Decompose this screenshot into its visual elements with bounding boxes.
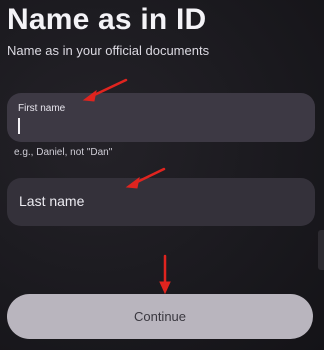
- screen: Name as in ID Name as in your official d…: [0, 0, 324, 350]
- last-name-field[interactable]: Last name: [7, 178, 315, 226]
- text-cursor: [18, 118, 20, 134]
- page-title: Name as in ID: [7, 3, 207, 36]
- arrow-head-continue: [159, 281, 171, 295]
- scroll-edge: [318, 230, 324, 270]
- first-name-label: First name: [18, 103, 66, 114]
- first-name-hint: e.g., Daniel, not "Dan": [14, 147, 113, 158]
- first-name-field[interactable]: First name: [7, 93, 315, 142]
- page-subtitle: Name as in your official documents: [7, 43, 210, 58]
- last-name-placeholder: Last name: [19, 193, 85, 209]
- continue-button[interactable]: Continue: [7, 294, 313, 339]
